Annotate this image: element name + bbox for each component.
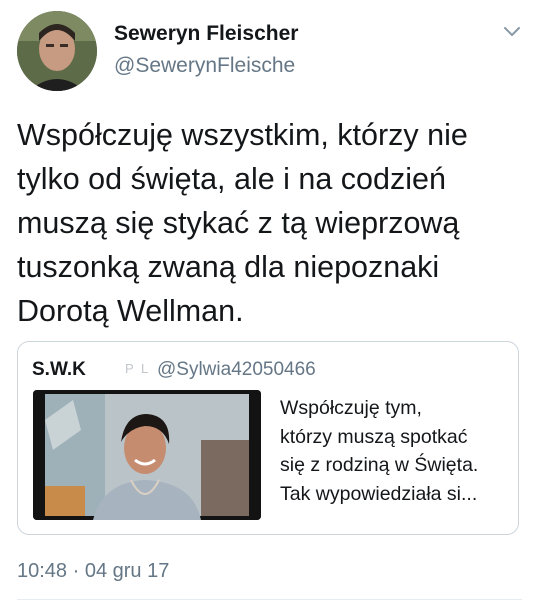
tweet-timestamp[interactable]: 10:48 · 04 gru 17	[17, 560, 169, 583]
quoted-text-line: Tak wypowiedziała si...	[280, 482, 478, 505]
tweet-text-line: Dorotą Wellman.	[17, 294, 244, 328]
quoted-tweet-text: Współczuję tym, którzy muszą spotkać się…	[280, 394, 510, 508]
tweet-text-line: Współczuję wszystkim, którzy nie	[17, 118, 468, 152]
quoted-badge-p: P	[125, 361, 134, 376]
quoted-text-line: Współczuję tym,	[280, 397, 422, 419]
tweet: Seweryn Fleischer @SewerynFleische Współ…	[0, 0, 535, 605]
tweet-text-line: tylko od święta, ale i na codzień	[17, 162, 446, 196]
divider	[17, 599, 522, 600]
tweet-text-line: tuszonką zwaną dla niepoznaki	[17, 250, 440, 284]
quoted-display-name: S.W.K	[32, 359, 86, 380]
quoted-text-line: się z rodziną w Święta.	[280, 454, 479, 476]
quoted-handle: @Sylwia42050466	[157, 359, 316, 380]
avatar[interactable]	[17, 11, 97, 91]
quoted-tweet-card[interactable]: S.W.K P L @Sylwia42050466 Współczuję tym…	[17, 341, 519, 535]
author-handle[interactable]: @SewerynFleische	[114, 54, 295, 78]
quoted-text-line: którzy muszą spotkać	[280, 425, 468, 448]
quoted-badge-l: L	[141, 361, 149, 376]
tweet-text: Współczuję wszystkim, którzy nie tylko o…	[17, 113, 522, 333]
chevron-down-icon[interactable]	[503, 24, 521, 38]
author-display-name[interactable]: Seweryn Fleischer	[114, 22, 298, 46]
quoted-media-image[interactable]	[33, 390, 261, 520]
tweet-text-line: muszą się stykać z tą wieprzową	[17, 206, 460, 240]
